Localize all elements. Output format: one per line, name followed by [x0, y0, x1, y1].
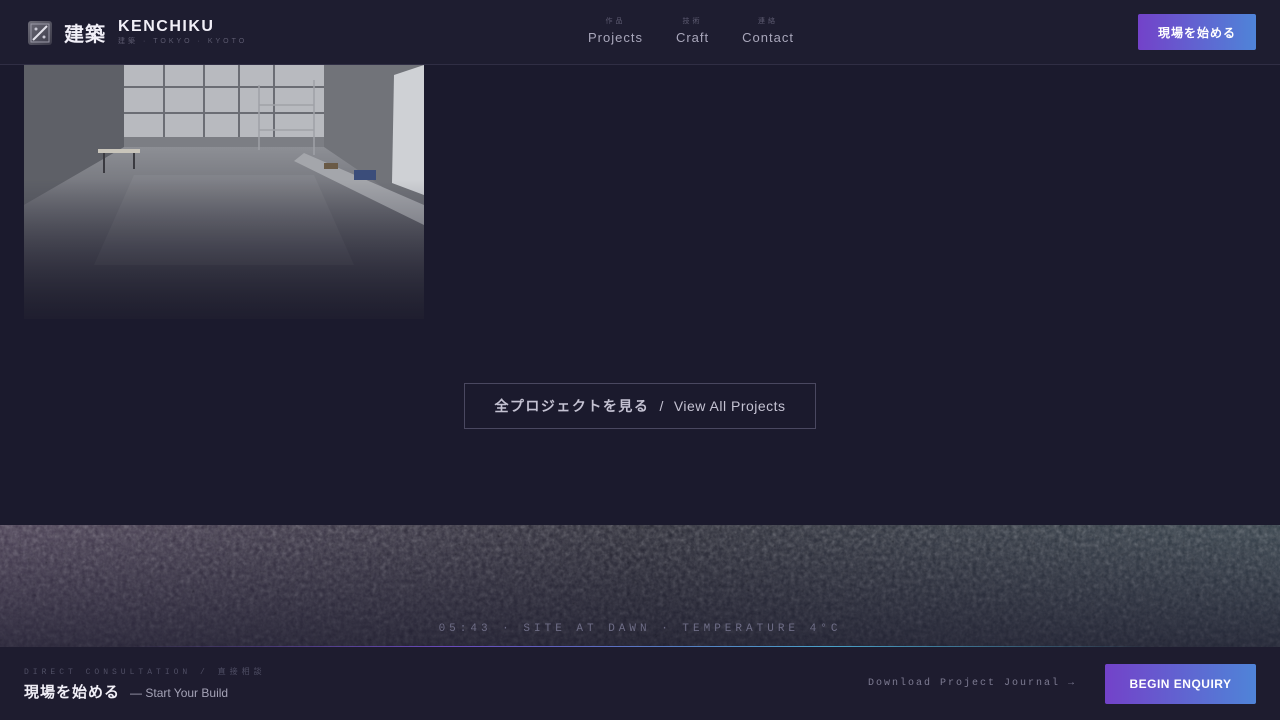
- consultation-title-jp: 現場を始める: [24, 684, 121, 701]
- page: 建築 KENCHIKU 建築 · TOKYO · KYOTO 作品 Projec…: [0, 0, 1280, 720]
- site-status-caption: 05:43 · SITE AT DAWN · TEMPERATURE 4°C: [438, 623, 842, 635]
- nav-item-label: Craft: [675, 30, 710, 45]
- brand-text: KENCHIKU 建築 · TOKYO · KYOTO: [118, 19, 247, 46]
- download-journal-link[interactable]: Download Project Journal →: [868, 678, 1076, 689]
- consultation-eyebrow: DIRECT CONSULTATION / 直接相談: [24, 668, 266, 677]
- begin-enquiry-button[interactable]: BEGIN ENQUIRY: [1105, 664, 1256, 704]
- view-all-separator: /: [659, 398, 664, 414]
- project-image-interior[interactable]: [24, 65, 424, 319]
- nav-item-craft[interactable]: 技術 Craft: [676, 17, 709, 45]
- consultation-footer: DIRECT CONSULTATION / 直接相談 現場を始める — Star…: [0, 647, 1280, 720]
- site-header: 建築 KENCHIKU 建築 · TOKYO · KYOTO 作品 Projec…: [0, 0, 1280, 65]
- consultation-title: 現場を始める — Start Your Build: [24, 681, 228, 702]
- nav-item-kanji: 連絡: [758, 18, 779, 25]
- brand-subtitle: 建築 · TOKYO · KYOTO: [118, 38, 248, 45]
- nav-item-label: Projects: [588, 30, 643, 45]
- nav-item-label: Contact: [742, 30, 794, 45]
- brand-logo-link[interactable]: 建築 KENCHIKU 建築 · TOKYO · KYOTO: [28, 18, 247, 47]
- start-site-button[interactable]: 現場を始める: [1138, 14, 1256, 50]
- consultation-title-en: — Start Your Build: [130, 686, 229, 700]
- nav-item-kanji: 作品: [605, 18, 626, 25]
- view-all-label-jp: 全プロジェクトを見る: [494, 398, 650, 414]
- main-nav: 作品 Projects 技術 Craft 連絡 Contact: [588, 17, 827, 45]
- nav-item-projects[interactable]: 作品 Projects: [588, 17, 643, 45]
- view-all-label-en: View All Projects: [673, 398, 786, 414]
- nav-item-contact[interactable]: 連絡 Contact: [742, 17, 794, 45]
- nav-item-kanji: 技術: [682, 18, 703, 25]
- brand-kanji: 建築: [64, 24, 106, 46]
- view-all-projects-button[interactable]: 全プロジェクトを見る / View All Projects: [464, 383, 816, 429]
- brand-mark-icon: [28, 20, 52, 45]
- brand-name: KENCHIKU: [118, 18, 215, 35]
